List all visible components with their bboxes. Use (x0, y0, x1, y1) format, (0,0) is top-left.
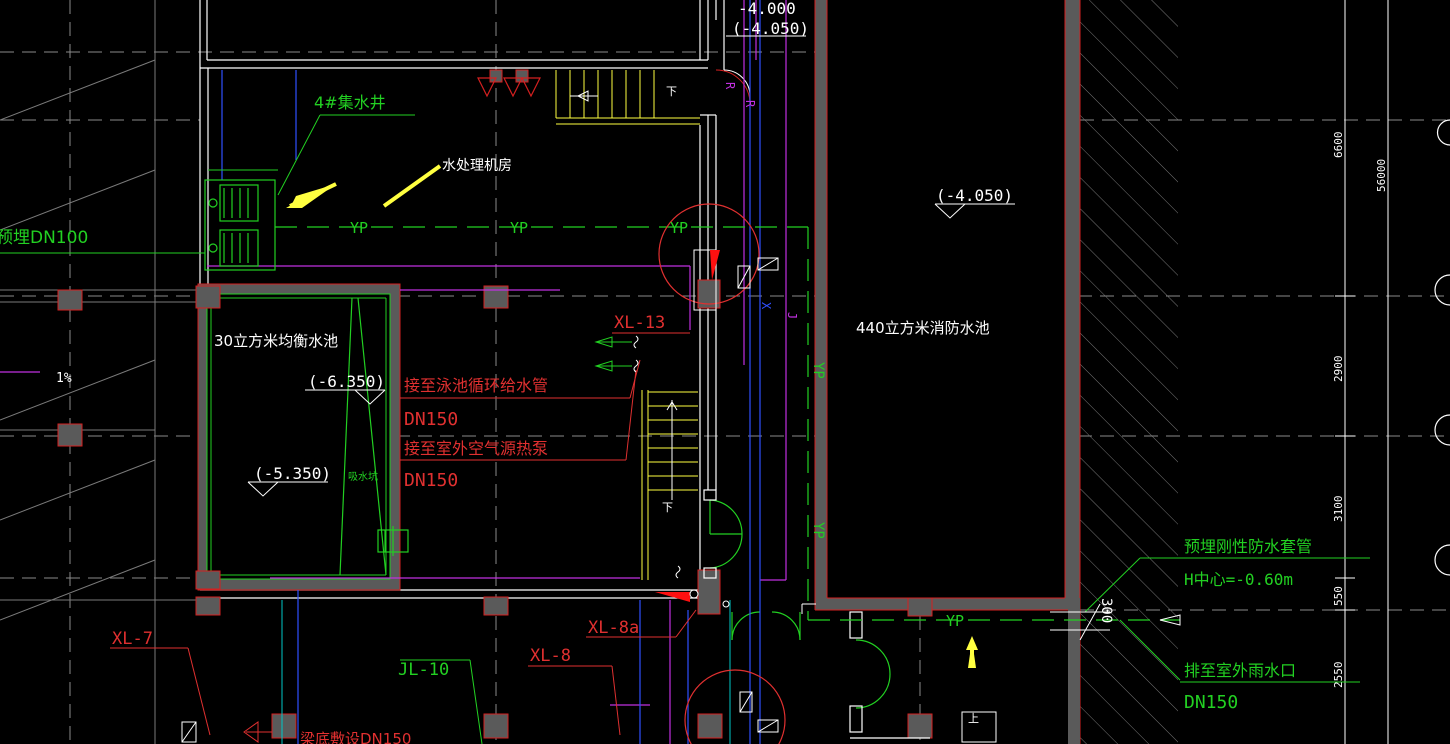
arrow-1-shaft (289, 182, 337, 208)
dim-56000: 56000 (1375, 159, 1388, 192)
note-heat-pump: 接至室外空气源热泵 (404, 439, 548, 458)
yp-vertical-1: YP (810, 362, 826, 379)
suction-pit-label: 吸水坑 (348, 470, 378, 483)
note-dn150-a: DN150 (404, 409, 458, 430)
yp-label-4: YP (946, 612, 964, 630)
arrow-2-shaft (382, 164, 442, 208)
elevation-fire-pool: (-4.050) (936, 186, 1013, 205)
note-bottom-cut: 梁底敷设DN150 (300, 730, 411, 744)
note-rain-outlet: 排至室外雨水口 (1184, 661, 1296, 680)
note-pool-circulation: 接至泳池循环给水管 (404, 376, 548, 395)
note-sleeve-elevation: H中心=-0.60m (1184, 570, 1293, 589)
riser-jl10: JL-10 (398, 660, 449, 680)
yp-vertical-2: YP (810, 522, 826, 539)
dim-3100: 3100 (1332, 496, 1345, 523)
riser-xl7: XL-7 (112, 629, 153, 649)
axis-bubbles (1434, 119, 1450, 576)
stair-up-1: 上 (968, 712, 979, 725)
balance-pool-walls (197, 283, 401, 591)
dim-2900: 2900 (1332, 356, 1345, 383)
soil-hatch (1080, 0, 1178, 744)
stair-down-2: 下 (662, 501, 673, 514)
note-dn150-c: DN150 (1184, 692, 1238, 713)
sleeve-dim: 300 (1098, 598, 1114, 623)
stair-middle (641, 390, 698, 580)
note-embedded-sleeve: 预埋刚性防水套管 (1184, 537, 1312, 556)
fire-pool-walls (814, 0, 1081, 744)
stair-top (555, 70, 700, 125)
left-pipe-label: 预埋DN100 (0, 228, 88, 248)
fire-pool-label: 440立方米消防水池 (856, 319, 990, 337)
elevation-top-a: -4.000 (738, 0, 796, 18)
water-treatment-label: 水处理机房 (442, 158, 512, 174)
balance-pool-label: 30立方米均衡水池 (214, 332, 338, 350)
r-marker-1: R (723, 82, 737, 90)
elevation-balance-low: (-5.350) (254, 464, 331, 483)
dim-2550: 2550 (1332, 662, 1345, 689)
top-triangles (477, 77, 541, 98)
elevation-balance-high: (-6.350) (308, 372, 385, 391)
slope-label: 1% (56, 371, 72, 386)
riser-xl8: XL-8 (530, 646, 571, 666)
j-marker: J (785, 312, 799, 319)
yp-label-3: YP (670, 219, 688, 237)
note-dn150-b: DN150 (404, 470, 458, 491)
hydrant-circles (658, 203, 786, 744)
break-marks (633, 335, 681, 579)
cad-drawing-canvas: -4.000 (-4.050) (-4.050) (-6.350) (-5.35… (0, 0, 1450, 744)
sump-pit-label: 4#集水井 (314, 93, 386, 112)
stair-down-1: 下 (666, 85, 677, 98)
elevation-top-b: (-4.050) (732, 19, 809, 38)
riser-xl13: XL-13 (614, 313, 665, 333)
riser-xl8a: XL-8a (588, 618, 639, 638)
r-marker-2: R (743, 100, 757, 108)
x-marker: X (759, 302, 773, 310)
yp-label-2: YP (510, 219, 528, 237)
dim-6600: 6600 (1332, 132, 1345, 159)
yp-label-1: YP (350, 219, 368, 237)
dim-550: 550 (1332, 586, 1345, 606)
